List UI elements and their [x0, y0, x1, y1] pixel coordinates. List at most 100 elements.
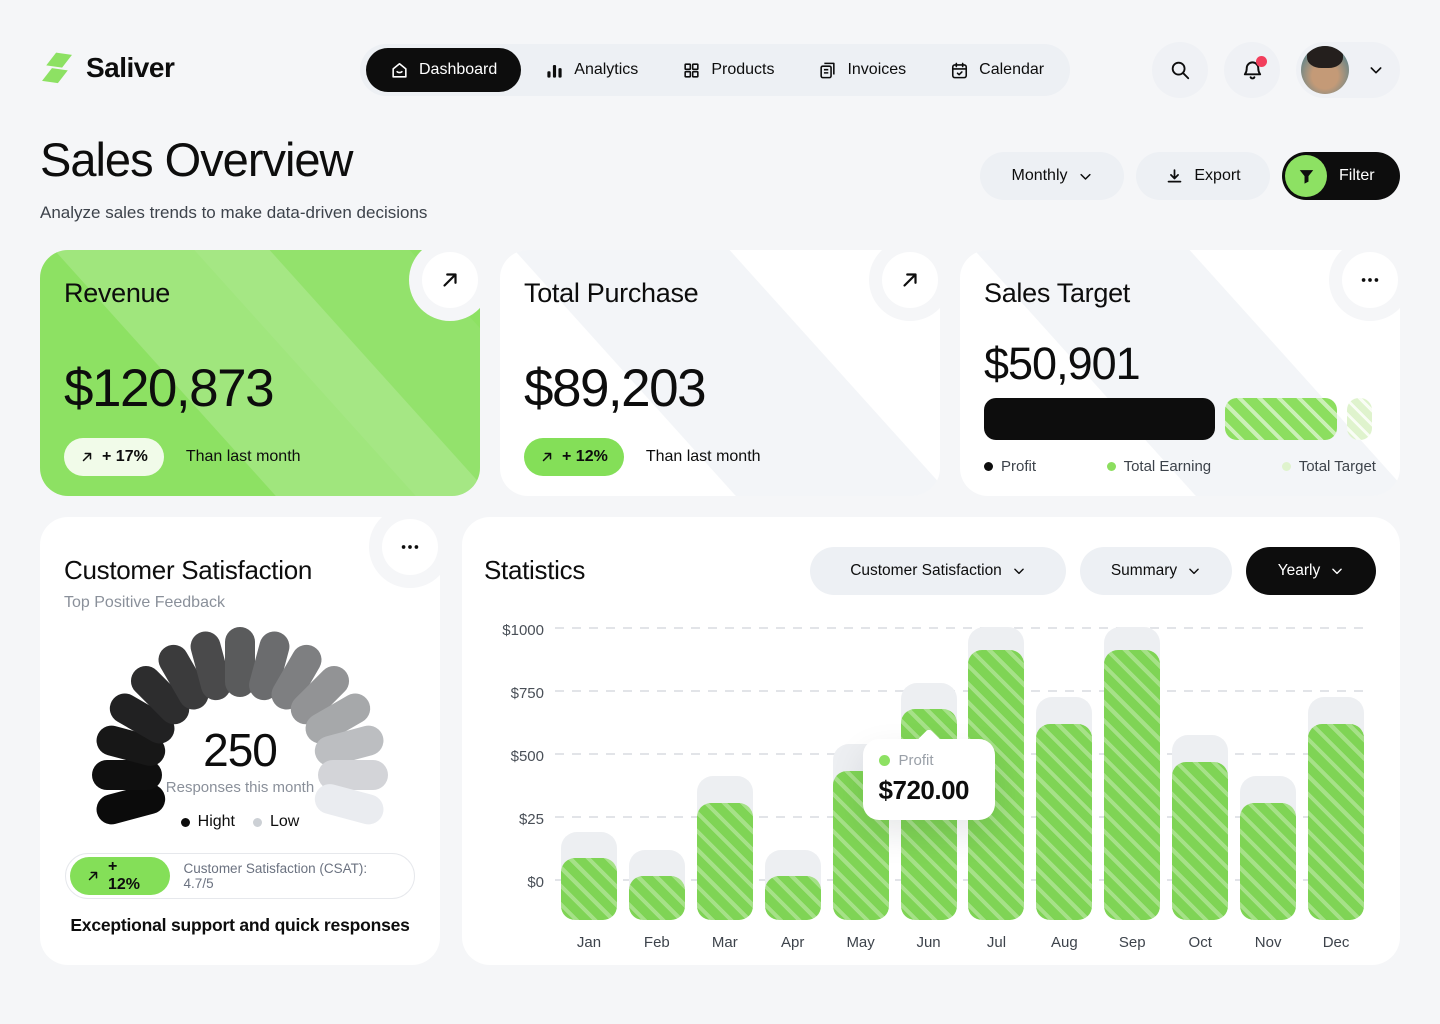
legend-label: Low [270, 813, 299, 831]
user-menu[interactable] [1296, 42, 1400, 98]
more-dots-icon [1359, 269, 1381, 291]
arrow-up-right-icon [80, 450, 94, 464]
bar-group-sep [1104, 627, 1160, 920]
x-axis-label: Jan [555, 934, 623, 951]
calendar-icon [950, 61, 969, 80]
legend-item: Total Earning [1107, 458, 1212, 475]
bar-group-aug [1036, 627, 1092, 920]
nav-label: Analytics [574, 61, 638, 79]
chevron-down-icon [1330, 564, 1344, 578]
brand-logo[interactable]: Saliver [40, 50, 174, 86]
range-value: Yearly [1278, 562, 1321, 580]
bar-oct[interactable] [1172, 762, 1228, 920]
download-icon [1165, 167, 1184, 186]
page-subtitle: Analyze sales trends to make data-driven… [40, 203, 427, 223]
nav-label: Invoices [847, 61, 906, 79]
open-revenue-button[interactable] [422, 252, 478, 308]
legend-dot [984, 462, 993, 471]
filter-label: Filter [1339, 167, 1375, 185]
nav-item-calendar[interactable]: Calendar [930, 48, 1064, 92]
legend-dot [253, 818, 262, 827]
nav-label: Dashboard [419, 61, 497, 79]
filter-button[interactable]: Filter [1282, 152, 1400, 200]
bar-dec[interactable] [1308, 724, 1364, 920]
nav-label: Products [711, 61, 774, 79]
compare-note: Than last month [186, 448, 301, 466]
total-purchase-card: Total Purchase $89,203 + 12% Than last m… [500, 250, 940, 496]
revenue-value: $120,873 [64, 358, 273, 419]
open-total-purchase-button[interactable] [882, 252, 938, 308]
bar-group-apr [765, 627, 821, 920]
metric-value: Customer Satisfaction [850, 562, 1002, 580]
y-axis-label: $750 [482, 685, 544, 702]
bar-nov[interactable] [1240, 803, 1296, 920]
more-dots-icon [399, 536, 421, 558]
x-axis-label: Jun [895, 934, 963, 951]
bar-aug[interactable] [1036, 724, 1092, 920]
bar-group-jan [561, 627, 617, 920]
user-avatar [1301, 46, 1349, 94]
tooltip-value: $720.00 [879, 775, 979, 806]
bar-feb[interactable] [629, 876, 685, 920]
legend-dot [1107, 462, 1116, 471]
sales-dashboard: Saliver Dashboard Analytics [0, 0, 1440, 1024]
export-button[interactable]: Export [1136, 152, 1270, 200]
view-value: Summary [1111, 562, 1177, 580]
csat-summary: + 12% Customer Satisfaction (CSAT): 4.7/… [65, 853, 415, 899]
bar-jan[interactable] [561, 858, 617, 920]
chevron-down-icon [1078, 169, 1093, 184]
total-purchase-value: $89,203 [524, 358, 705, 419]
legend-item: Total Target [1282, 458, 1376, 475]
bar-sep[interactable] [1104, 650, 1160, 920]
profit-bar-chart: Profit $720.00 $1000$750$500$25$0JanFebM… [555, 627, 1370, 920]
x-axis-label: Dec [1302, 934, 1370, 951]
card-title: Revenue [64, 278, 456, 309]
x-axis-label: Oct [1166, 934, 1234, 951]
period-select[interactable]: Monthly [980, 152, 1124, 200]
bar-apr[interactable] [765, 876, 821, 920]
bar-mar[interactable] [697, 803, 753, 920]
x-axis-label: Aug [1030, 934, 1098, 951]
arrow-up-right-icon [899, 269, 921, 291]
bar-group-nov [1240, 627, 1296, 920]
nav-item-analytics[interactable]: Analytics [525, 48, 658, 92]
lightning-logo-icon [40, 50, 76, 86]
chart-tooltip: Profit $720.00 [863, 739, 995, 820]
nav-item-invoices[interactable]: Invoices [798, 48, 926, 92]
legend-dot [1282, 462, 1291, 471]
nav-item-products[interactable]: Products [662, 48, 794, 92]
grid-icon [682, 61, 701, 80]
range-select[interactable]: Yearly [1246, 547, 1376, 595]
sales-target-progress [984, 398, 1376, 440]
tooltip-series-dot [879, 755, 890, 766]
delta-badge: + 12% [524, 438, 624, 476]
satisfaction-note: Exceptional support and quick responses [40, 915, 440, 936]
revenue-card: Revenue $120,873 + 17% Than last month [40, 250, 480, 496]
legend-item: Profit [984, 458, 1036, 475]
notifications-button[interactable] [1224, 42, 1280, 98]
sales-target-legend: Profit Total Earning Total Target [984, 458, 1376, 475]
y-axis-label: $25 [482, 811, 544, 828]
satisfaction-more-button[interactable] [382, 519, 438, 575]
search-button[interactable] [1152, 42, 1208, 98]
sales-target-more-button[interactable] [1342, 252, 1398, 308]
delta-badge: + 17% [64, 438, 164, 476]
card-title: Customer Satisfaction [64, 555, 312, 586]
metric-select[interactable]: Customer Satisfaction [810, 547, 1066, 595]
y-axis-label: $500 [482, 748, 544, 765]
nav-label: Calendar [979, 61, 1044, 79]
x-axis-label: Jul [963, 934, 1031, 951]
segment-total-earning [1225, 398, 1337, 440]
csat-score: Customer Satisfaction (CSAT): 4.7/5 [184, 861, 400, 891]
view-select[interactable]: Summary [1080, 547, 1232, 595]
y-axis-label: $0 [482, 874, 544, 891]
arrow-up-right-icon [439, 269, 461, 291]
x-axis-label: Apr [759, 934, 827, 951]
nav-item-dashboard[interactable]: Dashboard [366, 48, 521, 92]
bar-group-mar [697, 627, 753, 920]
y-axis-label: $1000 [482, 622, 544, 639]
gauge-value: 250 [40, 723, 440, 777]
bar-group-oct [1172, 627, 1228, 920]
bar-chart-icon [545, 61, 564, 80]
export-label: Export [1194, 167, 1240, 185]
